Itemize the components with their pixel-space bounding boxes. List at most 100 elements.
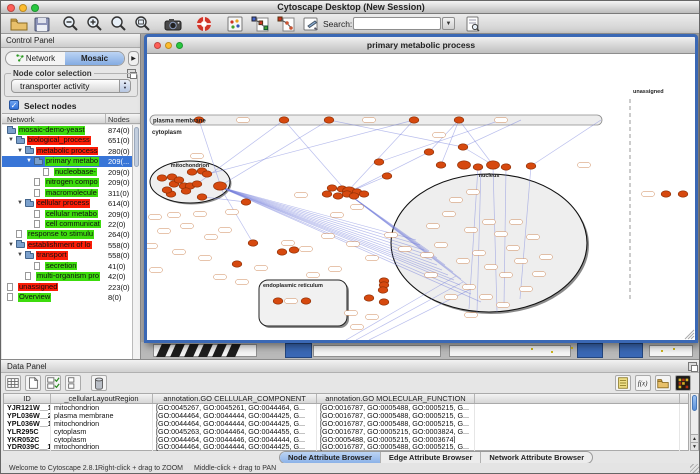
tree-node-label[interactable]: transport bbox=[36, 251, 68, 260]
folder-icon bbox=[25, 201, 34, 207]
tab-edge-attribute-browser[interactable]: Edge Attribute Browser bbox=[381, 452, 481, 463]
tree-node-label[interactable]: mosaic-demo-yeast bbox=[18, 126, 85, 135]
tree-row[interactable]: cell communicat22(0) bbox=[2, 219, 140, 229]
expander-icon[interactable]: ▼ bbox=[8, 135, 14, 145]
column-header[interactable]: annotation.GO MOLECULAR_FUNCTION bbox=[317, 394, 475, 403]
tree-node-label[interactable]: multi-organism pro bbox=[36, 272, 100, 281]
svg-text:nucleus: nucleus bbox=[479, 173, 500, 179]
select-attributes-icon[interactable] bbox=[45, 375, 61, 391]
function-builder-icon[interactable]: f(x) bbox=[635, 375, 651, 391]
attribute-table-icon[interactable] bbox=[5, 375, 21, 391]
tab-network-attribute-browser[interactable]: Network Attribute Browser bbox=[481, 452, 592, 463]
tree-node-label[interactable]: cellular metabo bbox=[45, 210, 98, 219]
tree-row[interactable]: cellular metabo209(0) bbox=[2, 209, 140, 219]
tree-row[interactable]: Overview8(0) bbox=[2, 292, 140, 302]
tree-node-label[interactable]: nitrogen compo bbox=[45, 178, 99, 187]
tree-node-label[interactable]: secretion bbox=[45, 262, 77, 271]
help-icon[interactable] bbox=[194, 15, 214, 33]
table-cell: [GO:0016787, GO:0005488, GO:0005215, G..… bbox=[317, 404, 475, 412]
resize-grip[interactable] bbox=[690, 464, 700, 474]
delete-attribute-icon[interactable] bbox=[91, 375, 107, 391]
tree-row[interactable]: ▼metabolic process280(0) bbox=[2, 146, 140, 156]
tree-row[interactable]: ▼transport558(0) bbox=[2, 250, 140, 260]
expander-icon[interactable]: ▼ bbox=[8, 240, 14, 250]
tab-node-attribute-browser[interactable]: Node Attribute Browser bbox=[280, 452, 381, 463]
tree-row[interactable]: ▼primary metabo209(... bbox=[2, 156, 140, 166]
create-attribute-icon[interactable] bbox=[25, 375, 41, 391]
node-color-dropdown[interactable]: transporter activity ▲▼ bbox=[11, 79, 131, 93]
expander-icon[interactable]: ▼ bbox=[17, 146, 23, 156]
tree-node-label[interactable]: primary metabo bbox=[45, 157, 99, 166]
float-data-panel-icon[interactable] bbox=[688, 362, 697, 371]
title-bar: Cytoscape Desktop (New Session) bbox=[1, 1, 700, 14]
tree-row[interactable]: secretion41(0) bbox=[2, 261, 140, 271]
tree-row[interactable]: mosaic-demo-yeast874(0) bbox=[2, 125, 140, 135]
column-header[interactable]: annotation.GO CELLULAR_COMPONENT bbox=[153, 394, 317, 403]
table-cell: [GO:0044464, GO:0044444, GO:0044425, G..… bbox=[153, 412, 317, 420]
open-session-icon[interactable] bbox=[9, 15, 29, 33]
import-attributes-icon[interactable] bbox=[655, 375, 671, 391]
expander-icon[interactable]: ▼ bbox=[17, 198, 23, 208]
export-image-icon[interactable] bbox=[163, 15, 183, 33]
zoom-selected-icon[interactable] bbox=[109, 15, 129, 33]
table-row[interactable]: YLR295Ccytoplasm[GO:0045263, GO:0044464,… bbox=[4, 428, 688, 436]
scroll-up-icon[interactable]: ▲ bbox=[691, 434, 698, 442]
expander-icon[interactable]: ▼ bbox=[26, 156, 32, 166]
tree-node-label[interactable]: cell communicat bbox=[45, 220, 101, 229]
tree-row[interactable]: response to stimulu264(0) bbox=[2, 229, 140, 239]
expander-icon[interactable]: ▼ bbox=[17, 250, 23, 260]
scroll-down-icon[interactable]: ▼ bbox=[691, 442, 698, 450]
column-header[interactable]: ID bbox=[4, 394, 51, 403]
network-canvas[interactable]: plasma membranecytoplasmmitochondrionnuc… bbox=[147, 54, 695, 340]
tree-row[interactable]: ▼cellular process614(0) bbox=[2, 198, 140, 208]
tree-row[interactable]: ▼establishment of lo558(0) bbox=[2, 240, 140, 250]
tree-node-label[interactable]: nucleobase- bbox=[54, 168, 97, 177]
tree-row[interactable]: nucleobase-209(0) bbox=[2, 167, 140, 177]
select-nodes-checkbox[interactable]: ✓ bbox=[9, 100, 19, 110]
tree-node-label[interactable]: response to stimulu bbox=[27, 230, 94, 239]
table-row[interactable]: YPL036W__1mitochondrion[GO:0044464, GO:0… bbox=[4, 420, 688, 428]
tree-row[interactable]: unassigned223(0) bbox=[2, 282, 140, 292]
tab-overflow-button[interactable]: ▶ bbox=[128, 51, 139, 66]
search-input[interactable] bbox=[353, 17, 441, 30]
search-dropdown-icon[interactable]: ▼ bbox=[442, 17, 455, 30]
tree-node-label[interactable]: cellular process bbox=[36, 199, 90, 208]
table-scrollbar[interactable]: ▲ ▼ bbox=[690, 393, 699, 451]
tree-row[interactable]: ▼biological_process651(0) bbox=[2, 135, 140, 145]
tab-network[interactable]: Network bbox=[6, 52, 65, 65]
zoom-out-icon[interactable] bbox=[61, 15, 81, 33]
tree-node-label[interactable]: establishment of lo bbox=[27, 241, 92, 250]
tree-node-label[interactable]: Overview bbox=[18, 293, 51, 302]
layout-network-blue-icon[interactable] bbox=[249, 15, 269, 33]
tree-node-label[interactable]: metabolic process bbox=[36, 147, 98, 156]
zoom-fit-icon[interactable] bbox=[133, 15, 153, 33]
tree-node-label[interactable]: biological_process bbox=[27, 136, 91, 145]
table-row[interactable]: YPL036W__2plasma membrane[GO:0044464, GO… bbox=[4, 412, 688, 420]
tree-row[interactable]: macromolecule311(0) bbox=[2, 188, 140, 198]
tree-row[interactable]: multi-organism pro42(0) bbox=[2, 271, 140, 281]
tree-node-label[interactable]: unassigned bbox=[18, 283, 58, 292]
tab-mosaic[interactable]: Mosaic bbox=[65, 52, 124, 65]
table-cell: YPL036W__2 bbox=[4, 412, 51, 420]
column-header[interactable] bbox=[475, 394, 680, 403]
network-view-window[interactable]: primary metabolic process plasma membran… bbox=[144, 34, 698, 343]
zoom-in-icon[interactable] bbox=[85, 15, 105, 33]
tree-col-nodes[interactable]: Nodes bbox=[108, 115, 130, 124]
table-scrollbar-thumb[interactable] bbox=[692, 395, 697, 411]
save-session-icon[interactable] bbox=[32, 15, 52, 33]
layout-network-red-icon[interactable] bbox=[275, 15, 295, 33]
background-windows bbox=[141, 342, 700, 359]
table-row[interactable]: YKR052Ccytoplasm[GO:0044464, GO:0044446,… bbox=[4, 436, 688, 444]
attribute-matrix-icon[interactable] bbox=[675, 375, 691, 391]
table-row[interactable]: YJR121W__1mitochondrion[GO:0045267, GO:0… bbox=[4, 404, 688, 412]
search-options-icon[interactable] bbox=[463, 15, 483, 33]
tree-row[interactable]: nitrogen compo209(0) bbox=[2, 177, 140, 187]
unselect-attributes-icon[interactable] bbox=[65, 375, 81, 391]
column-header[interactable]: _cellularLayoutRegion bbox=[51, 394, 153, 403]
layout-grid-icon[interactable] bbox=[225, 15, 245, 33]
annotation-icon[interactable] bbox=[301, 15, 321, 33]
tree-scrollbar-thumb[interactable] bbox=[134, 127, 139, 167]
tree-node-label[interactable]: macromolecule bbox=[45, 189, 98, 198]
attribute-batch-icon[interactable] bbox=[615, 375, 631, 391]
tree-col-network[interactable]: Network bbox=[7, 115, 35, 124]
